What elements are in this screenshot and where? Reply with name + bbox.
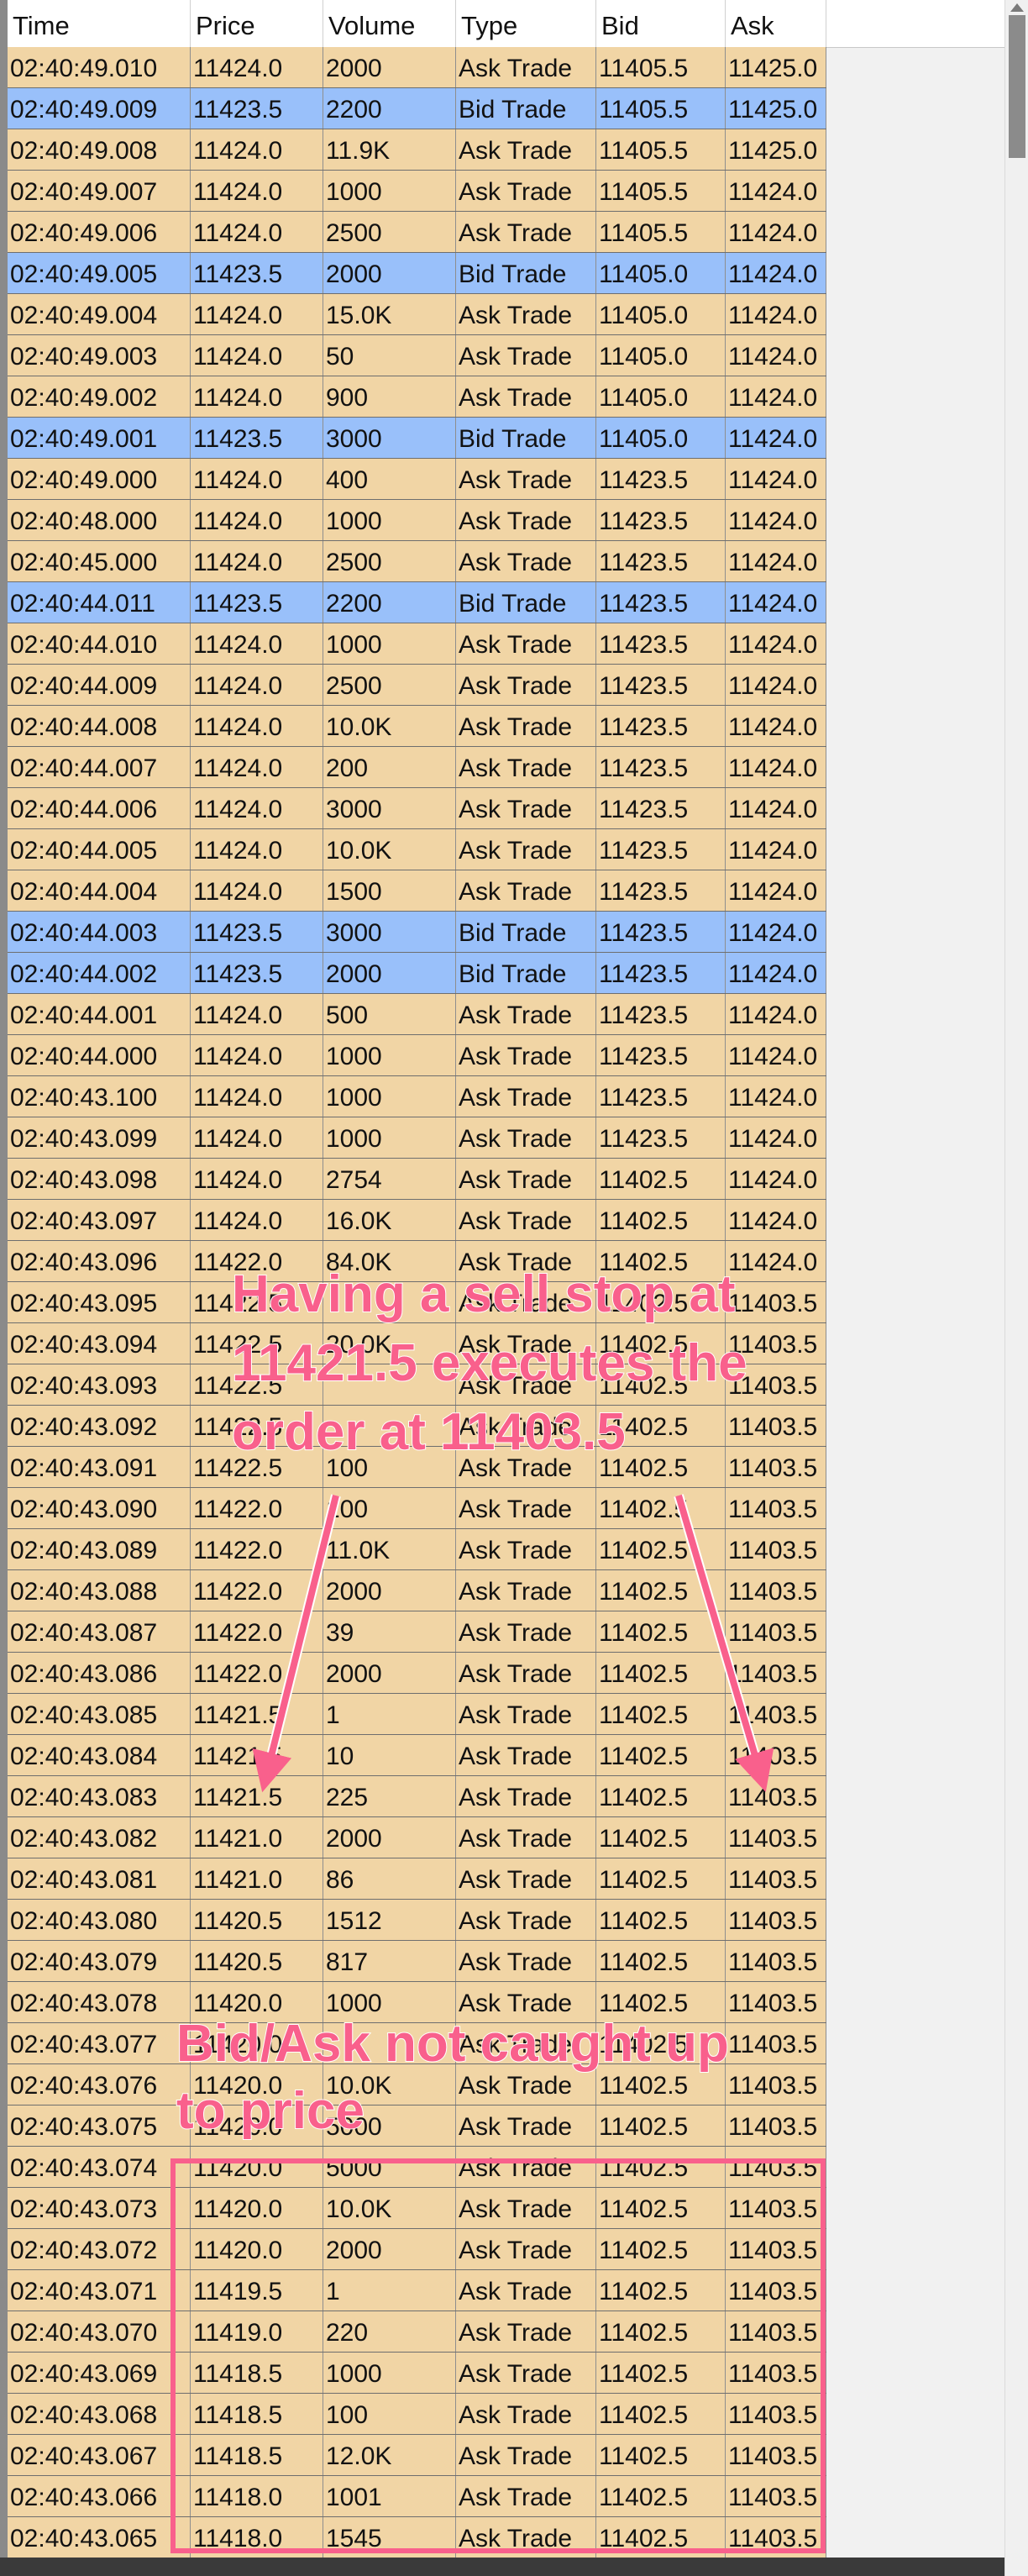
- highlight-box: [170, 2158, 826, 2553]
- bid-ask-annotation-line2: to price: [176, 2081, 365, 2141]
- sell-stop-annotation-line1: Having a sell stop at: [231, 1264, 737, 1324]
- arrow-to-price: [252, 1495, 339, 1793]
- sell-stop-annotation-line2: 11421.5 executes the: [231, 1333, 748, 1393]
- sell-stop-annotation-line3: order at 11403.5: [231, 1402, 627, 1462]
- bid-ask-annotation-line1: Bid/Ask not caught up: [176, 2014, 730, 2074]
- arrow-to-ask: [675, 1494, 774, 1793]
